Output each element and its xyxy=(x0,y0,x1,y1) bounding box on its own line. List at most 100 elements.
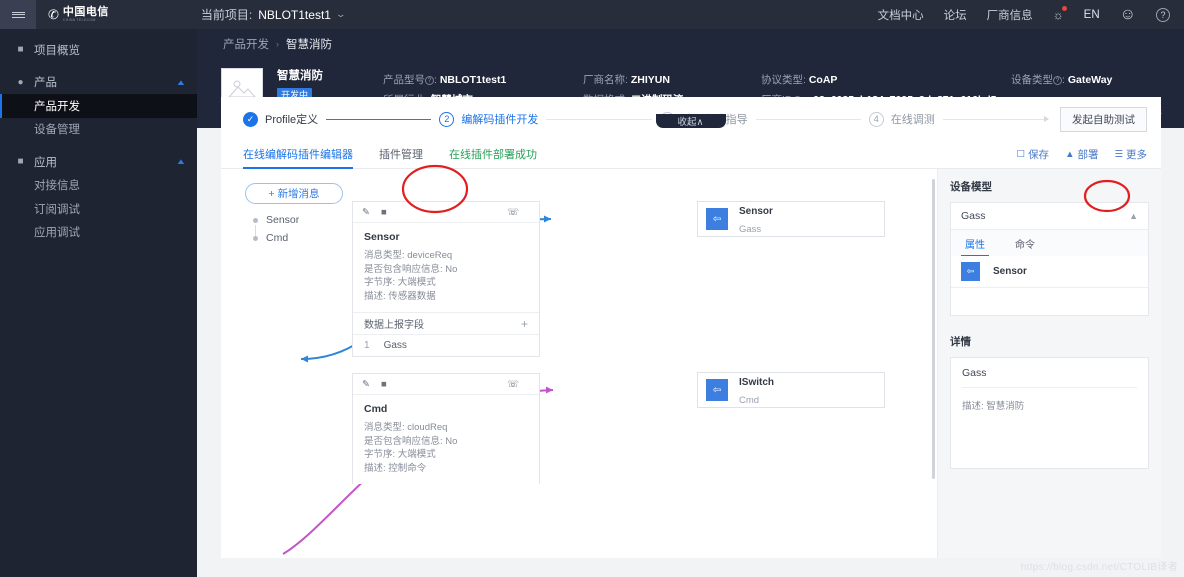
step-number: 4 xyxy=(868,111,884,127)
sidebar-group-application[interactable]: ■ 应用 ▲ xyxy=(0,150,197,174)
chevron-down-icon: ⌄ xyxy=(335,9,347,19)
chevron-up-icon: ▲ xyxy=(175,77,187,87)
save-button[interactable]: ☐ 保存 xyxy=(1017,147,1050,162)
message-card-body: Sensor 消息类型: deviceReq 是否包含响应信息: No 字节序:… xyxy=(353,223,539,312)
sidebar-item-label: 项目概览 xyxy=(34,44,80,57)
message-card-toolbar: ✎ ■ ☏ xyxy=(353,374,539,395)
step-codec-plugin-dev[interactable]: 2 编解码插件开发 xyxy=(439,111,538,127)
help-icon[interactable]: ? xyxy=(1053,76,1062,85)
sidebar-item-device-mgmt[interactable]: 设备管理 xyxy=(0,118,197,142)
plus-icon: + xyxy=(268,187,275,200)
breadcrumb-current: 智慧消防 xyxy=(286,38,332,51)
bell-icon[interactable]: ☼ xyxy=(1053,5,1067,22)
trash-icon[interactable]: ■ xyxy=(381,379,387,390)
device-model-empty-slot xyxy=(951,287,1148,315)
edit-icon[interactable]: ✎ xyxy=(362,379,370,390)
detail-name: Gass xyxy=(962,367,1137,388)
link-left-icon: ⇦ xyxy=(706,208,728,230)
field-value: CoAP xyxy=(808,74,838,86)
sidebar-item-integration-info[interactable]: 对接信息 xyxy=(0,174,197,198)
node-subtitle: Cmd xyxy=(739,395,760,406)
message-card-field-row[interactable]: 1 Gass xyxy=(353,334,539,356)
editor-tabs-row: 在线编解码插件编辑器 插件管理 在线插件部署成功 ☐ 保存 ▲ 部署 ☰ 更多 xyxy=(221,141,1161,169)
tree-item-sensor[interactable]: Sensor xyxy=(253,211,299,237)
apps-icon: ■ xyxy=(17,156,24,168)
device-model-item-sensor[interactable]: ⇦ Sensor xyxy=(951,256,1148,287)
sidebar-item-product-dev[interactable]: 产品开发 xyxy=(0,94,197,118)
node-box-sensor[interactable]: ⇦ Sensor Gass xyxy=(697,201,885,237)
plugin-canvas[interactable]: + 新增消息 Sensor Cmd ✎ ■ ☏ Sensor 消息类型: dev… xyxy=(221,169,937,558)
step-number: 2 xyxy=(439,111,455,127)
help-icon[interactable]: ? xyxy=(425,76,434,85)
more-button[interactable]: ☰ 更多 xyxy=(1114,147,1147,162)
language-switch[interactable]: EN xyxy=(1084,9,1100,21)
add-field-icon[interactable]: + xyxy=(521,317,528,331)
user-icon[interactable]: ☺ xyxy=(1120,6,1136,24)
sidebar-item-app-debug[interactable]: 应用调试 xyxy=(0,221,197,245)
expand-icon[interactable]: ☏ xyxy=(507,207,519,218)
chevron-up-icon: ▲ xyxy=(1129,211,1138,221)
tab-properties[interactable]: 属性 xyxy=(961,230,989,256)
collapse-header-toggle[interactable]: 收起∧ xyxy=(655,114,726,128)
node-box-iswitch[interactable]: ⇦ ISwitch Cmd xyxy=(697,372,885,408)
canvas-scrollbar[interactable] xyxy=(932,179,935,479)
product-field-protocol: 协议类型: CoAP xyxy=(761,74,838,86)
add-message-button[interactable]: + 新增消息 xyxy=(245,183,343,204)
sidebar-item-label: 应用 xyxy=(34,156,57,169)
tab-commands[interactable]: 命令 xyxy=(1011,230,1039,256)
tab-plugin-management[interactable]: 插件管理 xyxy=(379,146,423,168)
node-title: ISwitch xyxy=(739,377,775,388)
sidebar-item-label: 对接信息 xyxy=(34,180,80,193)
message-card-line: 是否包含响应信息: No xyxy=(364,435,458,447)
sidebar-item-label: 应用调试 xyxy=(34,227,80,240)
tab-plugin-deploy-success[interactable]: 在线插件部署成功 xyxy=(449,146,537,168)
brand-logo: ✆ 中国电信 CHINA TELECOM xyxy=(36,6,109,23)
main-area: 产品开发 › 智慧消防 智慧消防 开发中 产品型号?: NBLOT1test1 … xyxy=(197,29,1184,577)
expand-icon[interactable]: ☏ xyxy=(507,379,519,390)
product-field-model: 产品型号?: NBLOT1test1 xyxy=(383,74,507,86)
field-value: NBLOT1test1 xyxy=(439,74,507,86)
field-key: 协议类型 xyxy=(761,74,803,86)
tool-label: 部署 xyxy=(1077,149,1099,161)
step-label: 编解码插件开发 xyxy=(461,114,539,126)
sidebar-item-overview[interactable]: ■ 项目概览 xyxy=(0,38,197,62)
tab-online-codec-editor[interactable]: 在线编解码插件编辑器 xyxy=(243,146,353,169)
project-label: 当前项目: xyxy=(200,8,253,22)
device-model-group-label: Gass xyxy=(961,210,986,222)
breadcrumb-parent[interactable]: 产品开发 xyxy=(223,36,269,52)
sidebar-item-label: 设备管理 xyxy=(34,124,80,137)
top-link-vendor[interactable]: 厂商信息 xyxy=(987,7,1033,23)
device-model-group-header[interactable]: Gass ▲ xyxy=(951,203,1148,229)
deploy-button[interactable]: ▲ 部署 xyxy=(1065,147,1098,162)
step-online-debug[interactable]: 4 在线调测 xyxy=(868,111,935,127)
self-test-button[interactable]: 发起自助测试 xyxy=(1060,106,1147,132)
message-card-line: 消息类型: cloudReq xyxy=(364,422,448,433)
field-value: ZHIYUN xyxy=(630,74,670,86)
message-card-line: 消息类型: deviceReq xyxy=(364,250,453,261)
chevron-up-icon: ▲ xyxy=(175,157,187,167)
link-left-icon: ⇦ xyxy=(961,262,980,281)
step-profile-definition[interactable]: ✓ Profile定义 xyxy=(243,111,318,127)
sidebar-group-product[interactable]: ● 产品 ▲ xyxy=(0,71,197,95)
save-icon: ☐ xyxy=(1016,149,1026,160)
tree-item-cmd[interactable]: Cmd xyxy=(253,229,299,247)
section-label: 数据上报字段 xyxy=(364,320,424,331)
field-key: 设备类型 xyxy=(1011,74,1053,86)
edit-icon[interactable]: ✎ xyxy=(362,207,370,218)
top-bar: ✆ 中国电信 CHINA TELECOM 当前项目: NBLOT1test1 ⌄… xyxy=(0,0,1184,29)
message-card-cmd[interactable]: ✎ ■ ☏ Cmd 消息类型: cloudReq 是否包含响应信息: No 字节… xyxy=(352,373,540,484)
step-connector-2 xyxy=(546,118,652,120)
trash-icon[interactable]: ■ xyxy=(381,207,387,218)
product-field-device-type: 设备类型?: GateWay xyxy=(1011,74,1113,86)
step-connector-1 xyxy=(326,118,432,120)
project-selector[interactable]: 当前项目: NBLOT1test1 ⌄ xyxy=(200,6,347,23)
top-link-forum[interactable]: 论坛 xyxy=(944,7,967,23)
hamburger-icon[interactable] xyxy=(0,0,36,29)
sidebar-item-subscribe-debug[interactable]: 订阅调试 xyxy=(0,197,197,221)
step-label: 在线调测 xyxy=(890,114,935,126)
top-link-docs[interactable]: 文档中心 xyxy=(878,7,924,23)
message-card-sensor[interactable]: ✎ ■ ☏ Sensor 消息类型: deviceReq 是否包含响应信息: N… xyxy=(352,201,540,357)
node-title: Sensor xyxy=(739,206,773,217)
help-icon[interactable]: ? xyxy=(1156,7,1170,22)
message-card-toolbar: ✎ ■ ☏ xyxy=(353,202,539,223)
